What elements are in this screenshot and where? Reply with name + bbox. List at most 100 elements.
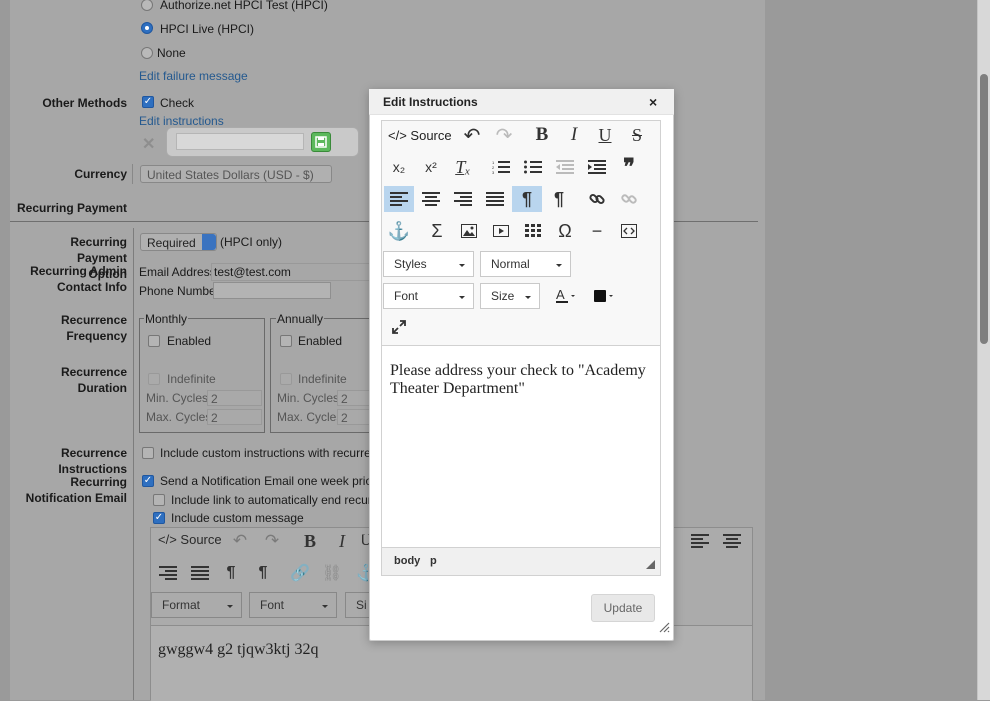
source-button[interactable]: </> Source bbox=[388, 127, 452, 145]
bold-icon[interactable]: B bbox=[527, 122, 557, 148]
special-formula-icon[interactable]: Σ bbox=[422, 218, 452, 244]
monthly-indefinite-checkbox[interactable] bbox=[148, 373, 160, 385]
recurrence-instructions-label-line1: Recurrence bbox=[60, 446, 127, 460]
annually-indefinite-checkbox[interactable] bbox=[280, 373, 292, 385]
include-custom-instructions-checkbox[interactable] bbox=[142, 447, 154, 459]
table-icon[interactable] bbox=[518, 218, 548, 244]
strikethrough-icon[interactable]: S bbox=[622, 122, 652, 148]
include-end-link-checkbox[interactable] bbox=[153, 494, 165, 506]
italic-icon[interactable]: I bbox=[559, 122, 589, 148]
format-value: Normal bbox=[491, 257, 530, 271]
svg-text:3: 3 bbox=[492, 170, 495, 174]
bg-undo-icon[interactable]: ↶ bbox=[230, 531, 250, 551]
recurring-notification-label: Recurring Notification Email bbox=[20, 474, 127, 506]
include-end-link-label: Include link to automatically end recurr… bbox=[171, 493, 369, 507]
numbered-list-icon[interactable]: 123 bbox=[486, 154, 516, 180]
editor-resize-handle[interactable] bbox=[646, 560, 655, 569]
text-color-icon[interactable]: A bbox=[550, 283, 584, 309]
bg-link-icon[interactable]: 🔗 bbox=[290, 563, 310, 583]
image-icon[interactable] bbox=[454, 218, 484, 244]
phone-number-field[interactable] bbox=[213, 282, 331, 299]
bg-rtl-icon[interactable]: ¶ bbox=[253, 563, 273, 583]
bg-justify-icon[interactable] bbox=[190, 563, 210, 583]
save-icon[interactable] bbox=[311, 132, 331, 152]
bg-ltr-icon[interactable]: ¶ bbox=[221, 563, 241, 583]
align-center-icon[interactable] bbox=[416, 186, 446, 212]
annually-min-value: 2 bbox=[341, 392, 348, 406]
close-icon[interactable]: × bbox=[649, 94, 657, 110]
dialog-resize-handle[interactable] bbox=[658, 621, 670, 633]
recurring-option-label-line1: Recurring Payment bbox=[70, 235, 127, 265]
send-notification-checkbox[interactable]: ✓ bbox=[142, 475, 154, 487]
radio-none[interactable] bbox=[141, 47, 153, 59]
remove-format-icon[interactable]: T̲ₓ bbox=[448, 154, 478, 180]
recurrence-instructions-label: Recurrence Instructions bbox=[20, 445, 127, 477]
scrollbar-thumb[interactable] bbox=[980, 74, 988, 344]
unlink-icon[interactable] bbox=[614, 186, 644, 212]
text-direction-rtl-icon[interactable]: ¶ bbox=[544, 186, 574, 212]
size-select[interactable]: Size bbox=[480, 283, 540, 309]
align-right-icon[interactable] bbox=[448, 186, 478, 212]
monthly-max-label: Max. Cycles bbox=[146, 410, 212, 424]
blockquote-icon[interactable]: ❞ bbox=[614, 154, 644, 180]
special-character-icon[interactable]: Ω bbox=[550, 218, 580, 244]
link-icon[interactable] bbox=[582, 186, 612, 212]
background-color-icon[interactable] bbox=[588, 283, 622, 309]
horizontal-rule-icon[interactable]: − bbox=[582, 218, 612, 244]
annually-max-field[interactable]: 2 bbox=[337, 409, 370, 425]
edit-instructions-link[interactable]: Edit instructions bbox=[139, 114, 224, 128]
bg-align-left-icon[interactable] bbox=[690, 531, 710, 551]
maximize-icon[interactable] bbox=[384, 314, 414, 340]
monthly-max-field[interactable]: 2 bbox=[207, 409, 262, 425]
radio-hpci-live[interactable] bbox=[141, 22, 153, 34]
monthly-enabled-checkbox[interactable] bbox=[148, 335, 160, 347]
bg-align-center-icon[interactable] bbox=[722, 531, 742, 551]
include-custom-message-checkbox[interactable]: ✓ bbox=[153, 512, 165, 524]
subscript-icon[interactable]: x₂ bbox=[384, 154, 414, 180]
label-column-divider bbox=[133, 228, 134, 700]
bg-unlink-icon[interactable]: ⛓ bbox=[322, 563, 342, 583]
media-icon[interactable] bbox=[486, 218, 516, 244]
email-address-field[interactable]: test@test.com bbox=[211, 263, 371, 281]
outdent-icon[interactable] bbox=[550, 154, 580, 180]
code-sample-icon[interactable] bbox=[614, 218, 644, 244]
recurring-option-select[interactable]: Required bbox=[140, 233, 217, 251]
annually-min-field[interactable]: 2 bbox=[337, 390, 370, 406]
bg-font-select[interactable]: Font bbox=[249, 592, 337, 618]
check-method-checkbox[interactable]: ✓ bbox=[142, 96, 154, 108]
justify-icon[interactable] bbox=[480, 186, 510, 212]
annually-enabled-checkbox[interactable] bbox=[280, 335, 292, 347]
bg-align-right-icon[interactable] bbox=[158, 563, 178, 583]
underline-icon[interactable]: U bbox=[590, 122, 620, 148]
bg-italic-icon[interactable]: I bbox=[332, 531, 352, 551]
bg-redo-icon[interactable]: ↷ bbox=[262, 531, 282, 551]
styles-select[interactable]: Styles bbox=[383, 251, 474, 277]
radio-label-authorize-test: Authorize.net HPCI Test (HPCI) bbox=[160, 0, 328, 12]
recurring-notification-label-line2: Notification Email bbox=[25, 491, 127, 505]
text-direction-ltr-icon[interactable]: ¶ bbox=[512, 186, 542, 212]
bullet-list-icon[interactable] bbox=[518, 154, 548, 180]
bg-size-select[interactable]: Si bbox=[345, 592, 369, 618]
monthly-enabled-label: Enabled bbox=[167, 334, 212, 348]
currency-select[interactable]: United States Dollars (USD - $) bbox=[140, 165, 332, 183]
redo-icon[interactable]: ↷ bbox=[489, 122, 519, 148]
bg-source-button[interactable]: </> Source bbox=[158, 533, 222, 547]
bg-format-select[interactable]: Format bbox=[151, 592, 242, 618]
align-left-icon[interactable] bbox=[384, 186, 414, 212]
undo-icon[interactable]: ↶ bbox=[457, 122, 487, 148]
anchor-icon[interactable]: ⚓ bbox=[384, 218, 414, 244]
font-select[interactable]: Font bbox=[383, 283, 474, 309]
close-icon[interactable]: ✕ bbox=[142, 134, 155, 154]
edit-failure-message-link[interactable]: Edit failure message bbox=[139, 69, 248, 83]
bg-bold-icon[interactable]: B bbox=[300, 531, 320, 551]
path-p[interactable]: p bbox=[430, 554, 437, 568]
format-select[interactable]: Normal bbox=[480, 251, 571, 277]
path-body[interactable]: body bbox=[394, 554, 420, 568]
monthly-max-value: 2 bbox=[211, 411, 218, 425]
bg-anchor-icon[interactable]: ⚓ bbox=[356, 563, 368, 583]
update-button[interactable]: Update bbox=[591, 594, 655, 622]
monthly-min-field[interactable]: 2 bbox=[207, 390, 262, 406]
inline-edit-input[interactable] bbox=[176, 133, 304, 150]
superscript-icon[interactable]: x² bbox=[416, 154, 446, 180]
indent-icon[interactable] bbox=[582, 154, 612, 180]
